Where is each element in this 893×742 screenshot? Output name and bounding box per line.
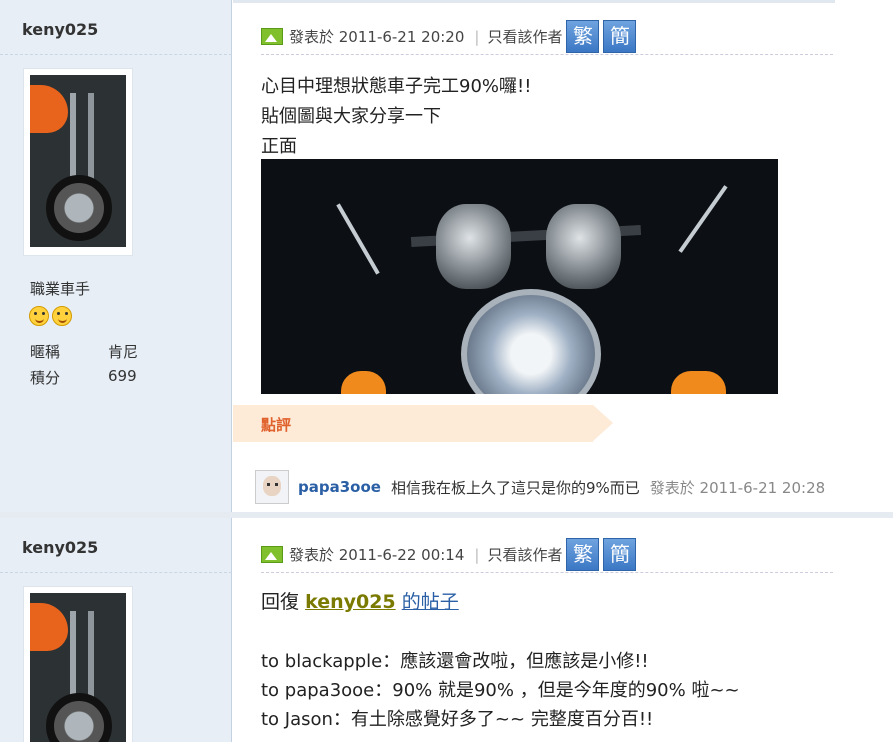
user-rank: 職業車手 [30, 280, 91, 298]
post-meta: 發表於 2011-6-21 20:20 | 只看該作者 繁 簡 [261, 20, 637, 53]
stat-points: 積分 699 [30, 367, 137, 388]
author-name[interactable]: keny025 [22, 538, 98, 557]
post-line: 貼個圖與大家分享一下 [261, 106, 441, 127]
comment-time: 發表於 2011-6-21 20:28 [649, 478, 826, 497]
post-meta: 發表於 2011-6-22 00:14 | 只看該作者 繁 簡 [261, 538, 637, 571]
only-author-link[interactable]: 只看該作者 [487, 26, 562, 47]
quote-prefix: 回復 [261, 591, 300, 613]
author-sidebar: keny025 職業車手 暱稱 肯尼 積分 699 [0, 0, 232, 512]
rank-stars [29, 306, 72, 326]
sidebar-divider [0, 54, 232, 55]
post-time: 發表於 2011-6-21 20:20 [289, 28, 465, 46]
simplified-chinese-button[interactable]: 簡 [603, 20, 637, 53]
traditional-chinese-button[interactable]: 繁 [566, 20, 600, 53]
only-author-link[interactable]: 只看該作者 [487, 544, 562, 565]
post-body: 心目中理想狀態車子完工90%囉!! 貼個圖與大家分享一下 正面 [261, 72, 531, 162]
motorcycle-avatar-image [30, 593, 126, 742]
post-body: to blackapple：應該還會改啦，但應該是小修!! to papa3oo… [261, 647, 740, 734]
traditional-chinese-button[interactable]: 繁 [566, 538, 600, 571]
online-status-icon [261, 28, 283, 45]
reply-quote: 回復 keny025 的帖子 [261, 587, 459, 614]
post-1: keny025 職業車手 暱稱 肯尼 積分 699 發表於 2011-6-21 … [0, 0, 893, 512]
post-line: to blackapple：應該還會改啦，但應該是小修!! [261, 651, 649, 672]
author-name[interactable]: keny025 [22, 20, 98, 39]
comment-label: 點評 [261, 416, 292, 434]
stat-value: 肯尼 [108, 343, 139, 361]
sidebar-divider [0, 572, 232, 573]
author-sidebar: keny025 [0, 518, 232, 742]
separator: | [474, 27, 480, 46]
separator: | [474, 545, 480, 564]
avatar[interactable] [23, 68, 133, 256]
smiley-icon [29, 306, 49, 326]
comment-section-header: 點評 [233, 405, 613, 442]
quoted-user-link[interactable]: keny025 [305, 591, 396, 613]
quoted-post-link[interactable]: 的帖子 [402, 591, 459, 613]
commenter-avatar[interactable] [255, 470, 289, 504]
stat-nickname: 暱稱 肯尼 [30, 341, 138, 362]
stat-value: 699 [108, 367, 137, 385]
post-line: to Jason：有土除感覺好多了~~ 完整度百分百!! [261, 709, 654, 730]
comment-item: papa3ooe 相信我在板上久了這只是你的9%而已 發表於 2011-6-21… [255, 470, 825, 504]
online-status-icon [261, 546, 283, 563]
avatar[interactable] [23, 586, 133, 742]
commenter-name[interactable]: papa3ooe [298, 478, 381, 496]
meta-divider [261, 572, 833, 573]
motorcycle-avatar-image [30, 75, 126, 247]
forum-thread: keny025 職業車手 暱稱 肯尼 積分 699 發表於 2011-6-21 … [0, 0, 893, 742]
comment-text: 相信我在板上久了這只是你的9%而已 [390, 478, 640, 497]
stat-label: 暱稱 [30, 343, 61, 361]
stat-label: 積分 [30, 369, 61, 387]
post-line: 心目中理想狀態車子完工90%囉!! [261, 76, 532, 97]
meta-divider [261, 54, 833, 55]
post-time: 發表於 2011-6-22 00:14 [289, 546, 465, 564]
smiley-icon [52, 306, 72, 326]
simplified-chinese-button[interactable]: 簡 [603, 538, 637, 571]
post-line: 正面 [261, 136, 297, 157]
post-line: to papa3ooe：90% 就是90% ，但是今年度的90% 啦~~ [261, 680, 740, 701]
motorcycle-front-photo[interactable] [261, 159, 778, 394]
